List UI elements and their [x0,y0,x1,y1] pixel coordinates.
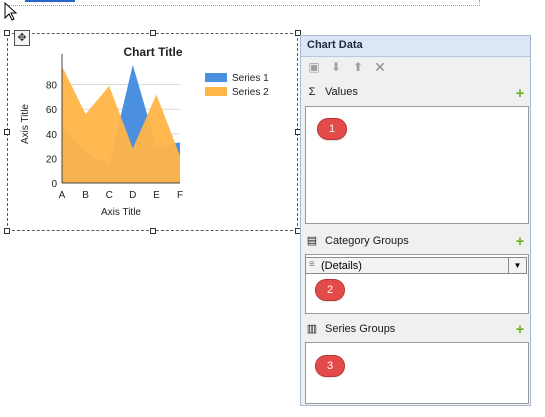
x-tick-label: F [177,190,183,201]
series-groups-label: Series Groups [325,323,396,335]
delete-icon[interactable]: ✕ [373,60,387,74]
move-down-icon[interactable]: ⬇ [329,60,343,74]
x-tick-label: B [82,190,89,201]
y-tick-label: 60 [46,105,58,116]
category-groups-label: Category Groups [325,235,409,247]
legend-swatch-2 [205,87,227,96]
category-group-item-label: (Details) [321,260,362,272]
legend-swatch-1 [205,73,227,82]
properties-icon[interactable]: ▣ [307,60,321,74]
values-section-header: Σ Values [305,86,358,104]
chart[interactable]: Chart Title Axis Title Axis Title 0 20 40 6… [0,0,300,232]
category-group-details[interactable]: ≡ (Details) ▼ [305,257,527,274]
pane-header: Chart Data [301,36,530,57]
series-groups-drop-area[interactable]: 3 [305,342,529,404]
y-tick-label: 20 [46,154,58,165]
move-up-icon[interactable]: ⬆ [351,60,365,74]
chart-legend: Series 1 Series 2 [205,73,269,98]
values-label: Values [325,86,358,98]
legend-label-1: Series 1 [232,73,269,84]
series-groups-header: ▥ Series Groups [305,322,396,340]
chevron-down-icon[interactable]: ▼ [508,258,526,273]
series-area-2 [62,66,180,183]
x-tick-label: E [153,190,160,201]
pane-title: Chart Data [307,39,363,51]
chart-title: Chart Title [123,45,182,59]
x-axis-title: Axis Title [101,207,141,218]
step-badge-3: 3 [316,356,344,376]
add-category-group-icon[interactable]: + [514,234,526,249]
y-tick-label: 40 [46,130,58,141]
series-table-icon: ▥ [306,323,318,335]
chart-plot-area [62,64,180,183]
sigma-icon: Σ [308,86,316,98]
x-tick-label: D [129,190,136,201]
y-tick-label: 0 [51,179,57,190]
grip-icon: ≡ [309,259,315,270]
page-guide-line-vertical [479,0,480,6]
add-value-icon[interactable]: + [514,86,526,101]
values-drop-area[interactable]: 1 [305,106,529,224]
x-tick-label: C [106,190,113,201]
x-tick-label: A [59,190,66,201]
chart-data-pane: Chart Data ▣ ⬇ ⬆ ✕ Σ Values + 1 ▤ Category… [300,35,531,406]
step-badge-1: 1 [318,119,346,139]
legend-label-2: Series 2 [232,87,269,98]
y-axis-title: Axis Title [20,104,31,144]
category-groups-header: ▤ Category Groups [305,234,409,252]
step-badge-2: 2 [316,280,344,300]
add-series-group-icon[interactable]: + [514,322,526,337]
category-table-icon: ▤ [306,235,318,247]
y-tick-label: 80 [46,81,58,92]
